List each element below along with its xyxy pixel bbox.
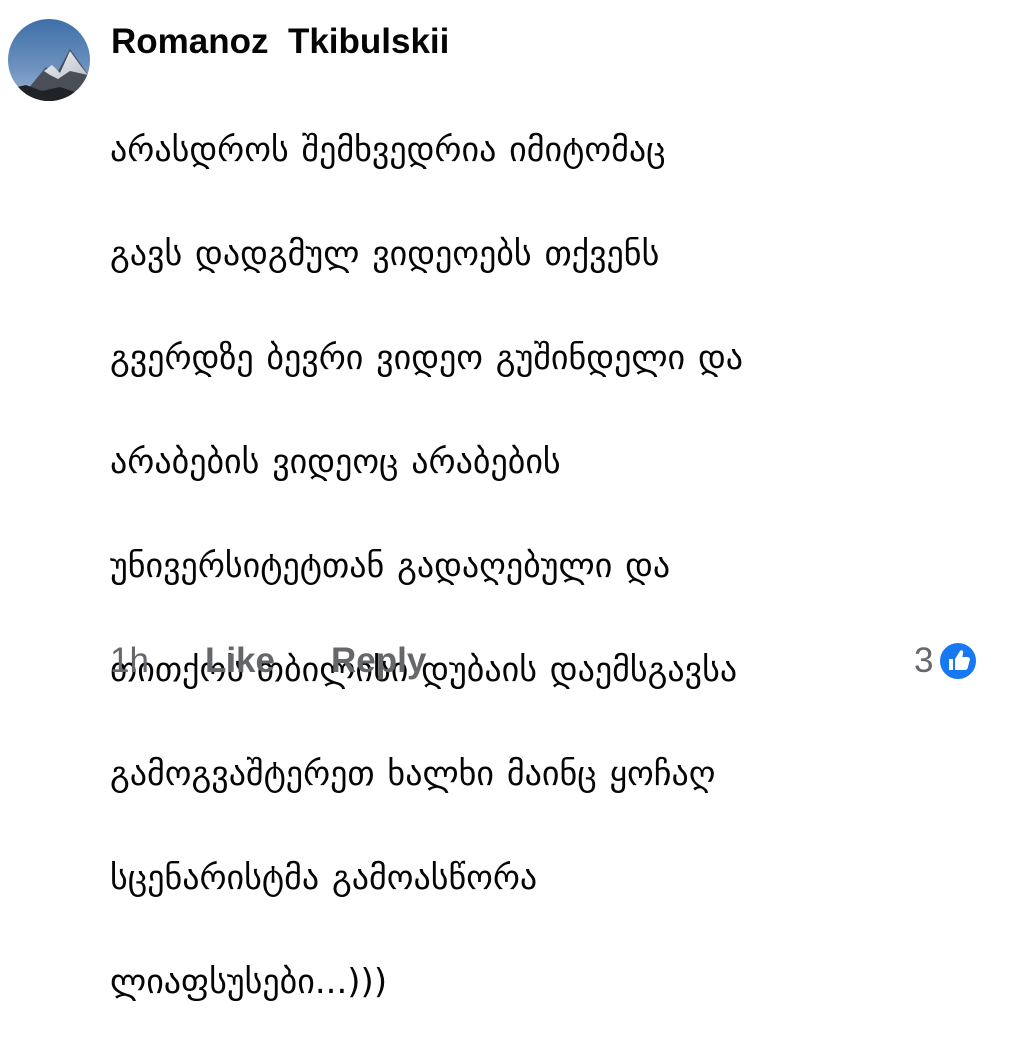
comment-text-line: არასდროს შემხვედრია იმიტომაც	[110, 130, 666, 170]
avatar[interactable]	[8, 19, 90, 101]
reaction-count: 3	[914, 641, 934, 680]
comment-actions: 1h Like Reply	[110, 636, 482, 686]
comment-timestamp[interactable]: 1h	[110, 641, 149, 681]
reply-button[interactable]: Reply	[331, 641, 426, 681]
mountain-avatar-icon	[8, 19, 90, 101]
comment-text: არასდროს შემხვედრია იმიტომაც გავს დადგმუ…	[110, 72, 1010, 1060]
comment-text-line: ლიაფსუსები...)))	[110, 962, 388, 1002]
comment-text-line: არაბების ვიდეოც არაბების	[110, 442, 561, 482]
comment-text-line: გავს დადგმულ ვიდეოებს თქვენს	[110, 234, 660, 274]
comment-text-line: სცენარისტმა გამოასწორა	[110, 858, 538, 898]
comment-text-line: გამოგვაშტერეთ ხალხი მაინც ყოჩაღ	[110, 754, 716, 794]
comment-author[interactable]: Romanoz Tkibulskii	[111, 18, 449, 66]
reaction-summary[interactable]: 3	[914, 636, 979, 686]
like-button[interactable]: Like	[205, 641, 275, 681]
comment: Romanoz Tkibulskii არასდროს შემხვედრია ი…	[0, 0, 1024, 1002]
comment-text-line: უნივერსიტეტთან გადაღებული და	[110, 546, 671, 586]
like-icon	[938, 641, 979, 681]
comment-text-line: გვერდზე ბევრი ვიდეო გუშინდელი და	[110, 338, 744, 378]
